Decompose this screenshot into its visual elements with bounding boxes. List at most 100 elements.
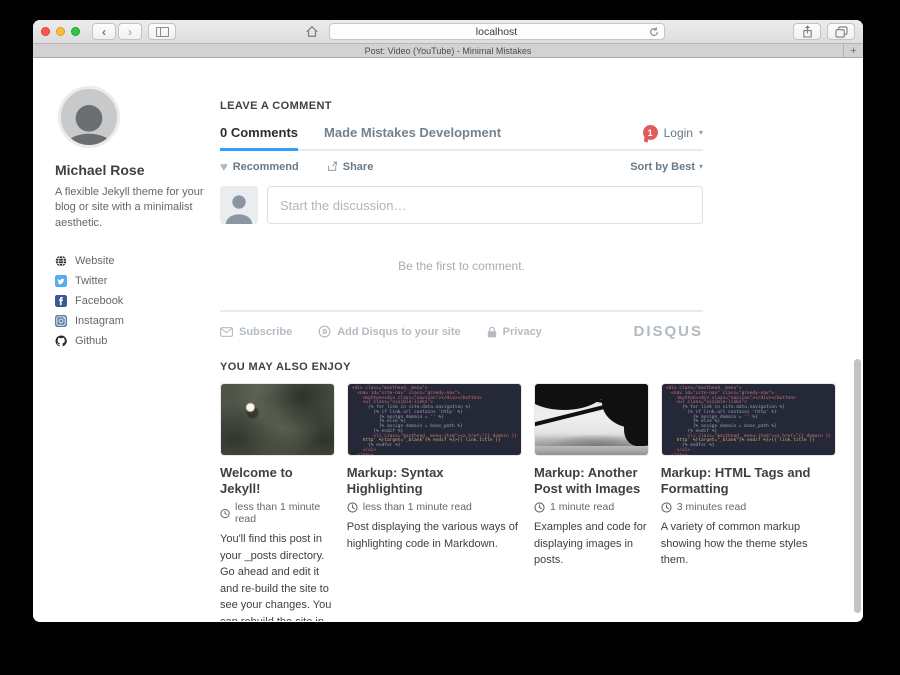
- disqus-logo-icon: [318, 325, 331, 338]
- login-label: Login: [664, 126, 693, 140]
- subscribe-link[interactable]: Subscribe: [220, 326, 292, 338]
- facebook-icon: [55, 295, 67, 307]
- code-screenshot: <div class="masthead__menu"> <nav id="si…: [662, 384, 835, 456]
- chevron-left-icon: ‹: [102, 26, 106, 38]
- person-icon: [58, 93, 120, 148]
- share-comments-button[interactable]: Share: [327, 161, 374, 173]
- post-thumbnail-foam[interactable]: [220, 383, 335, 456]
- forward-button[interactable]: ›: [118, 23, 142, 40]
- share-box-icon: [327, 161, 338, 172]
- related-post-card: <div class="masthead__menu"> <nav id="si…: [661, 383, 836, 621]
- back-button[interactable]: ‹: [92, 23, 116, 40]
- post-meta: 3 minutes read: [661, 501, 836, 513]
- active-tab[interactable]: Post: Video (YouTube) - Minimal Mistakes: [365, 46, 532, 56]
- author-link-facebook[interactable]: Facebook: [55, 291, 217, 311]
- privacy-label: Privacy: [503, 326, 542, 338]
- post-title-link[interactable]: Markup: Syntax Highlighting: [347, 465, 522, 496]
- refresh-button[interactable]: [648, 26, 660, 38]
- window-controls: [41, 27, 80, 36]
- sort-by-best-dropdown[interactable]: Sort by Best ▾: [630, 161, 703, 173]
- read-time: 1 minute read: [550, 501, 614, 513]
- url-text: localhost: [476, 26, 517, 38]
- twitter-icon: [55, 275, 67, 287]
- clock-icon: [661, 502, 672, 513]
- instagram-icon: [55, 315, 67, 327]
- lock-icon: [487, 326, 497, 338]
- comment-input[interactable]: [267, 186, 703, 224]
- notification-badge[interactable]: 1: [643, 125, 658, 140]
- tab-community[interactable]: Made Mistakes Development: [324, 125, 501, 140]
- author-link-twitter[interactable]: Twitter: [55, 271, 217, 291]
- related-post-card: Markup: Another Post with Images 1 minut…: [534, 383, 649, 621]
- author-link-label: Instagram: [75, 315, 124, 327]
- author-link-instagram[interactable]: Instagram: [55, 311, 217, 331]
- post-title-link[interactable]: Markup: Another Post with Images: [534, 465, 649, 496]
- disqus-tabs: 0 Comments Made Mistakes Development 1 L…: [220, 125, 703, 151]
- empty-comments-message: Be the first to comment.: [220, 259, 703, 273]
- recommend-button[interactable]: ♥ Recommend: [220, 160, 299, 173]
- sidebar-icon: [156, 27, 169, 37]
- tab-comment-count[interactable]: 0 Comments: [220, 125, 298, 140]
- add-disqus-link[interactable]: Add Disqus to your site: [318, 325, 460, 338]
- chevron-right-icon: ›: [128, 26, 132, 38]
- related-posts-section: YOU MAY ALSO ENJOY Welcome to Jekyll! le…: [220, 361, 836, 621]
- address-bar[interactable]: localhost: [329, 23, 665, 40]
- code-screenshot: <div class="masthead__menu"> <nav id="si…: [348, 384, 521, 456]
- post-thumbnail-tree[interactable]: [534, 383, 649, 456]
- author-avatar: [58, 86, 120, 148]
- author-sidebar: Michael Rose A flexible Jekyll theme for…: [55, 86, 217, 351]
- scrollbar-thumb[interactable]: [854, 359, 861, 613]
- post-meta: less than 1 minute read: [347, 501, 522, 513]
- comments-heading: LEAVE A COMMENT: [220, 100, 703, 112]
- refresh-icon: [648, 26, 660, 38]
- disqus-footer: Subscribe Add Disqus to your site Privac…: [220, 310, 703, 340]
- person-icon: [223, 190, 255, 224]
- author-name: Michael Rose: [55, 162, 217, 178]
- privacy-link[interactable]: Privacy: [487, 326, 542, 338]
- login-control[interactable]: 1 Login ▾: [643, 125, 703, 140]
- github-icon: [55, 335, 67, 347]
- share-button[interactable]: [793, 23, 821, 40]
- page-content: Michael Rose A flexible Jekyll theme for…: [33, 58, 863, 621]
- commenter-avatar: [220, 186, 258, 224]
- minimize-button[interactable]: [56, 27, 65, 36]
- post-thumbnail-code[interactable]: <div class="masthead__menu"> <nav id="si…: [347, 383, 522, 456]
- read-time: less than 1 minute read: [235, 501, 335, 525]
- subscribe-label: Subscribe: [239, 326, 292, 338]
- zoom-button[interactable]: [71, 27, 80, 36]
- tab-bar: Post: Video (YouTube) - Minimal Mistakes…: [33, 44, 863, 58]
- home-icon: [305, 25, 319, 38]
- add-disqus-label: Add Disqus to your site: [337, 326, 460, 338]
- chevron-down-icon: ▾: [699, 162, 703, 171]
- clock-icon: [220, 508, 230, 519]
- heart-icon: ♥: [220, 160, 228, 173]
- browser-window: ‹ › localhost Post: [33, 20, 863, 622]
- related-posts-grid: Welcome to Jekyll! less than 1 minute re…: [220, 383, 836, 621]
- post-title-link[interactable]: Welcome to Jekyll!: [220, 465, 335, 496]
- author-link-github[interactable]: Github: [55, 331, 217, 351]
- author-bio: A flexible Jekyll theme for your blog or…: [55, 185, 207, 231]
- related-heading: YOU MAY ALSO ENJOY: [220, 361, 836, 373]
- tabs-icon: [835, 26, 848, 38]
- home-button[interactable]: [305, 25, 319, 38]
- related-post-card: Welcome to Jekyll! less than 1 minute re…: [220, 383, 335, 621]
- share-label: Share: [343, 161, 374, 173]
- new-tab-button[interactable]: +: [843, 44, 863, 57]
- post-excerpt: Examples and code for displaying images …: [534, 519, 649, 569]
- close-button[interactable]: [41, 27, 50, 36]
- author-link-website[interactable]: Website: [55, 251, 217, 271]
- post-excerpt: You'll find this post in your _posts dir…: [220, 531, 335, 621]
- post-thumbnail-code[interactable]: <div class="masthead__menu"> <nav id="si…: [661, 383, 836, 456]
- comments-section: LEAVE A COMMENT 0 Comments Made Mistakes…: [220, 58, 703, 340]
- show-tabs-button[interactable]: [827, 23, 855, 40]
- chevron-down-icon: ▾: [699, 128, 703, 137]
- post-title-link[interactable]: Markup: HTML Tags and Formatting: [661, 465, 836, 496]
- read-time: 3 minutes read: [677, 501, 746, 513]
- sidebar-toggle-button[interactable]: [148, 23, 176, 40]
- share-icon: [802, 25, 813, 38]
- browser-toolbar: ‹ › localhost: [33, 20, 863, 44]
- post-excerpt: Post displaying the various ways of high…: [347, 519, 522, 552]
- recommend-label: Recommend: [233, 161, 299, 173]
- author-link-label: Facebook: [75, 295, 123, 307]
- globe-icon: [55, 255, 67, 267]
